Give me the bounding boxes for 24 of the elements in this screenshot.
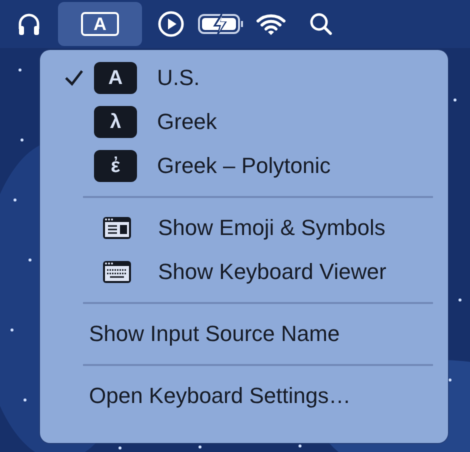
wifi-icon[interactable] bbox=[256, 12, 286, 36]
menu-item[interactable]: Show Input Source Name bbox=[54, 312, 434, 356]
menu-item[interactable]: Open Keyboard Settings… bbox=[54, 374, 434, 418]
menu-item[interactable]: A U.S. bbox=[54, 56, 434, 100]
input-menu-button[interactable]: A bbox=[58, 2, 142, 46]
emoji-window-icon bbox=[102, 216, 132, 240]
battery-charging-icon[interactable] bbox=[197, 12, 245, 36]
menu-item[interactable]: λ Greek bbox=[54, 100, 434, 144]
input-source-icon: A bbox=[81, 12, 119, 36]
input-source-badge: λ bbox=[94, 106, 137, 138]
search-icon[interactable] bbox=[308, 11, 334, 37]
keyboard-window-icon bbox=[102, 260, 132, 284]
input-source-badge: ἐ bbox=[94, 150, 137, 182]
menu-item-label: Greek bbox=[157, 109, 217, 135]
menu-item[interactable]: ἐ Greek – Polytonic bbox=[54, 144, 434, 188]
input-source-badge: A bbox=[94, 62, 137, 94]
menu-item[interactable]: Show Keyboard Viewer bbox=[54, 250, 434, 294]
menu-item-label: Show Emoji & Symbols bbox=[158, 215, 386, 241]
headphones-icon[interactable] bbox=[16, 11, 42, 37]
menu-item[interactable]: Show Emoji & Symbols bbox=[54, 206, 434, 250]
menu-item-label: U.S. bbox=[157, 65, 200, 91]
menu-item-label: Show Keyboard Viewer bbox=[158, 259, 386, 285]
menu-item-label: Greek – Polytonic bbox=[157, 153, 331, 179]
play-icon[interactable] bbox=[157, 10, 185, 38]
